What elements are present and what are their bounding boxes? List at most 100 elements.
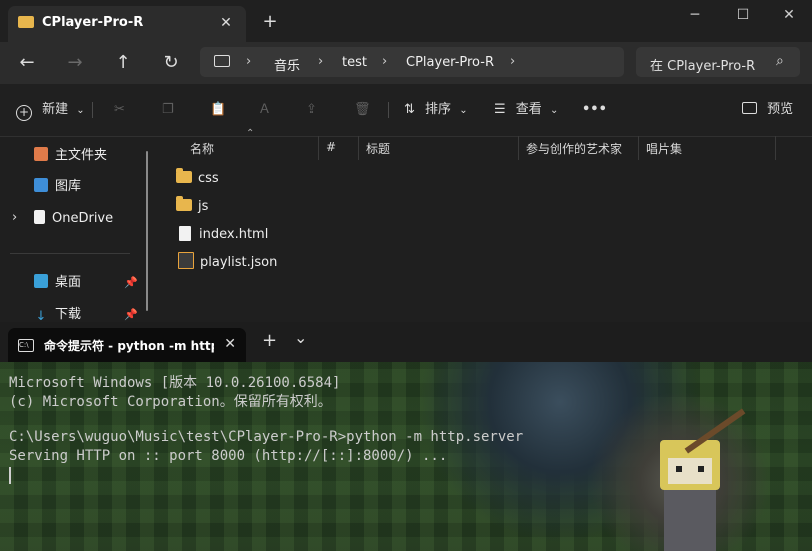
sidebar-item-label: 桌面 bbox=[55, 275, 82, 290]
chevron-down-icon: ⌄ bbox=[76, 105, 85, 116]
folder-icon bbox=[18, 16, 34, 28]
column-header-album[interactable]: 唱片集 bbox=[646, 140, 682, 157]
character-figure bbox=[640, 408, 746, 551]
preview-button[interactable]: 预览 bbox=[742, 98, 793, 122]
list-item[interactable]: playlist.json bbox=[176, 251, 277, 275]
new-label: 新建 bbox=[42, 102, 69, 117]
list-item[interactable]: css bbox=[176, 167, 219, 191]
home-icon bbox=[34, 147, 48, 161]
column-divider[interactable] bbox=[638, 136, 639, 160]
preview-pane-icon bbox=[742, 102, 757, 114]
chevron-right-icon[interactable]: › bbox=[382, 54, 387, 69]
refresh-icon[interactable]: ↻ bbox=[156, 48, 186, 78]
dropdown-icon[interactable]: ⌄ bbox=[294, 328, 307, 347]
close-tab-icon[interactable]: ✕ bbox=[224, 336, 236, 352]
address-bar[interactable]: › 音乐 › test › CPlayer-Pro-R › bbox=[200, 47, 624, 77]
sidebar-item-gallery[interactable]: 图库 bbox=[34, 176, 81, 198]
search-box[interactable]: 在 CPlayer-Pro-R ⌕ bbox=[636, 47, 800, 77]
terminal-tab[interactable]: C:\ 命令提示符 - python -m http.s ✕ bbox=[8, 328, 246, 362]
file-explorer-window: CPlayer-Pro-R ✕ + ─ ☐ ✕ ← → ↑ ↻ › 音乐 › t… bbox=[0, 0, 812, 324]
column-header-name[interactable]: 名称 bbox=[190, 140, 214, 157]
column-header-number[interactable]: # bbox=[326, 140, 336, 154]
text-cursor[interactable] bbox=[9, 467, 11, 484]
terminal-window: C:\ 命令提示符 - python -m http.s ✕ + ⌄ Micro… bbox=[0, 322, 812, 551]
up-icon[interactable]: ↑ bbox=[108, 48, 138, 78]
cut-icon[interactable]: ✂ bbox=[114, 98, 125, 122]
view-icon: ☰ bbox=[494, 102, 506, 117]
sidebar-item-label: 下载 bbox=[55, 307, 82, 322]
forward-icon[interactable]: → bbox=[60, 48, 90, 78]
explorer-tab[interactable]: CPlayer-Pro-R ✕ bbox=[8, 6, 246, 42]
onedrive-icon bbox=[34, 210, 45, 224]
file-name: js bbox=[198, 199, 209, 214]
sort-indicator-icon: ⌃ bbox=[246, 128, 255, 139]
maximize-button[interactable]: ☐ bbox=[720, 4, 766, 26]
tab-title: 命令提示符 - python -m http.s bbox=[44, 339, 214, 353]
new-tab-button[interactable]: + bbox=[258, 10, 282, 34]
pin-icon[interactable]: 📌 bbox=[124, 276, 138, 289]
column-divider[interactable] bbox=[518, 136, 519, 160]
chevron-right-icon[interactable]: › bbox=[12, 210, 17, 225]
column-divider[interactable] bbox=[358, 136, 359, 160]
back-icon[interactable]: ← bbox=[12, 48, 42, 78]
file-name: css bbox=[198, 171, 219, 186]
new-tab-button[interactable]: + bbox=[262, 330, 277, 351]
paste-icon[interactable]: 📋 bbox=[210, 98, 226, 122]
more-options-icon[interactable]: ••• bbox=[582, 98, 607, 122]
breadcrumb-music[interactable]: 音乐 bbox=[274, 55, 300, 74]
file-name: index.html bbox=[199, 227, 269, 242]
tab-title: CPlayer-Pro-R bbox=[42, 15, 144, 30]
chevron-down-icon: ⌄ bbox=[459, 105, 468, 116]
desktop-icon bbox=[34, 274, 48, 288]
pin-icon[interactable]: 📌 bbox=[124, 308, 138, 321]
list-item[interactable]: js bbox=[176, 195, 208, 219]
column-header-artists[interactable]: 参与创作的艺术家 bbox=[526, 140, 622, 157]
chevron-right-icon[interactable]: › bbox=[246, 54, 251, 69]
sidebar-item-label: 主文件夹 bbox=[55, 148, 108, 163]
sort-button[interactable]: ⇅ 排序 ⌄ bbox=[404, 98, 468, 122]
folder-icon bbox=[176, 168, 192, 183]
chevron-right-icon[interactable]: › bbox=[318, 54, 323, 69]
terminal-line: (c) Microsoft Corporation。保留所有权利。 bbox=[9, 394, 332, 410]
breadcrumb-test[interactable]: test bbox=[342, 55, 367, 70]
close-window-button[interactable]: ✕ bbox=[766, 4, 812, 26]
navigation-bar: ← → ↑ ↻ › 音乐 › test › CPlayer-Pro-R › 在 … bbox=[0, 42, 812, 84]
breadcrumb-current[interactable]: CPlayer-Pro-R bbox=[406, 55, 494, 70]
download-icon: ↓ bbox=[35, 309, 47, 324]
html-file-icon bbox=[179, 226, 191, 241]
sidebar-item-home[interactable]: 主文件夹 bbox=[34, 145, 107, 167]
sidebar-item-desktop[interactable]: 桌面 bbox=[34, 272, 81, 294]
rename-icon[interactable]: Ａ bbox=[258, 98, 271, 122]
sidebar-item-label: 图库 bbox=[55, 179, 82, 194]
delete-icon[interactable]: 🗑 bbox=[354, 98, 371, 122]
title-bar: CPlayer-Pro-R ✕ + ─ ☐ ✕ bbox=[0, 0, 812, 42]
sidebar-divider bbox=[10, 253, 130, 254]
sidebar-scrollbar[interactable] bbox=[146, 151, 148, 311]
search-input[interactable]: 在 CPlayer-Pro-R bbox=[650, 55, 755, 74]
sort-label: 排序 bbox=[425, 102, 452, 117]
new-button[interactable]: + 新建 ⌄ bbox=[16, 98, 85, 122]
search-icon[interactable]: ⌕ bbox=[776, 53, 784, 69]
share-icon[interactable]: ⇪ bbox=[306, 98, 317, 122]
sidebar-item-label: OneDrive bbox=[52, 211, 114, 226]
column-divider[interactable] bbox=[775, 136, 776, 160]
sidebar-item-onedrive[interactable]: OneDrive bbox=[34, 208, 113, 230]
terminal-line: Serving HTTP on :: port 8000 (http://[::… bbox=[9, 448, 448, 464]
terminal-background-image: Microsoft Windows [版本 10.0.26100.6584] (… bbox=[0, 362, 812, 551]
preview-label: 预览 bbox=[767, 102, 794, 117]
column-divider[interactable] bbox=[318, 136, 319, 160]
list-item[interactable]: index.html bbox=[176, 223, 268, 247]
computer-icon bbox=[214, 55, 230, 67]
cmd-icon: C:\ bbox=[18, 339, 34, 352]
navigation-pane: 主文件夹 图库 › OneDrive 桌面 📌 ↓ 下载 📌 bbox=[0, 137, 158, 324]
close-tab-icon[interactable]: ✕ bbox=[216, 13, 236, 33]
copy-icon[interactable]: ❐ bbox=[162, 98, 174, 122]
column-header-title[interactable]: 标题 bbox=[366, 140, 390, 157]
json-file-icon bbox=[178, 252, 194, 269]
view-button[interactable]: ☰ 查看 ⌄ bbox=[494, 98, 558, 122]
gallery-icon bbox=[34, 178, 48, 192]
toolbar-divider bbox=[388, 102, 389, 118]
chevron-right-icon[interactable]: › bbox=[510, 54, 515, 69]
command-bar: + 新建 ⌄ ✂ ❐ 📋 Ａ ⇪ 🗑 ⇅ 排序 ⌄ ☰ 查看 ⌄ ••• 预览 bbox=[0, 84, 812, 137]
minimize-button[interactable]: ─ bbox=[672, 4, 718, 26]
